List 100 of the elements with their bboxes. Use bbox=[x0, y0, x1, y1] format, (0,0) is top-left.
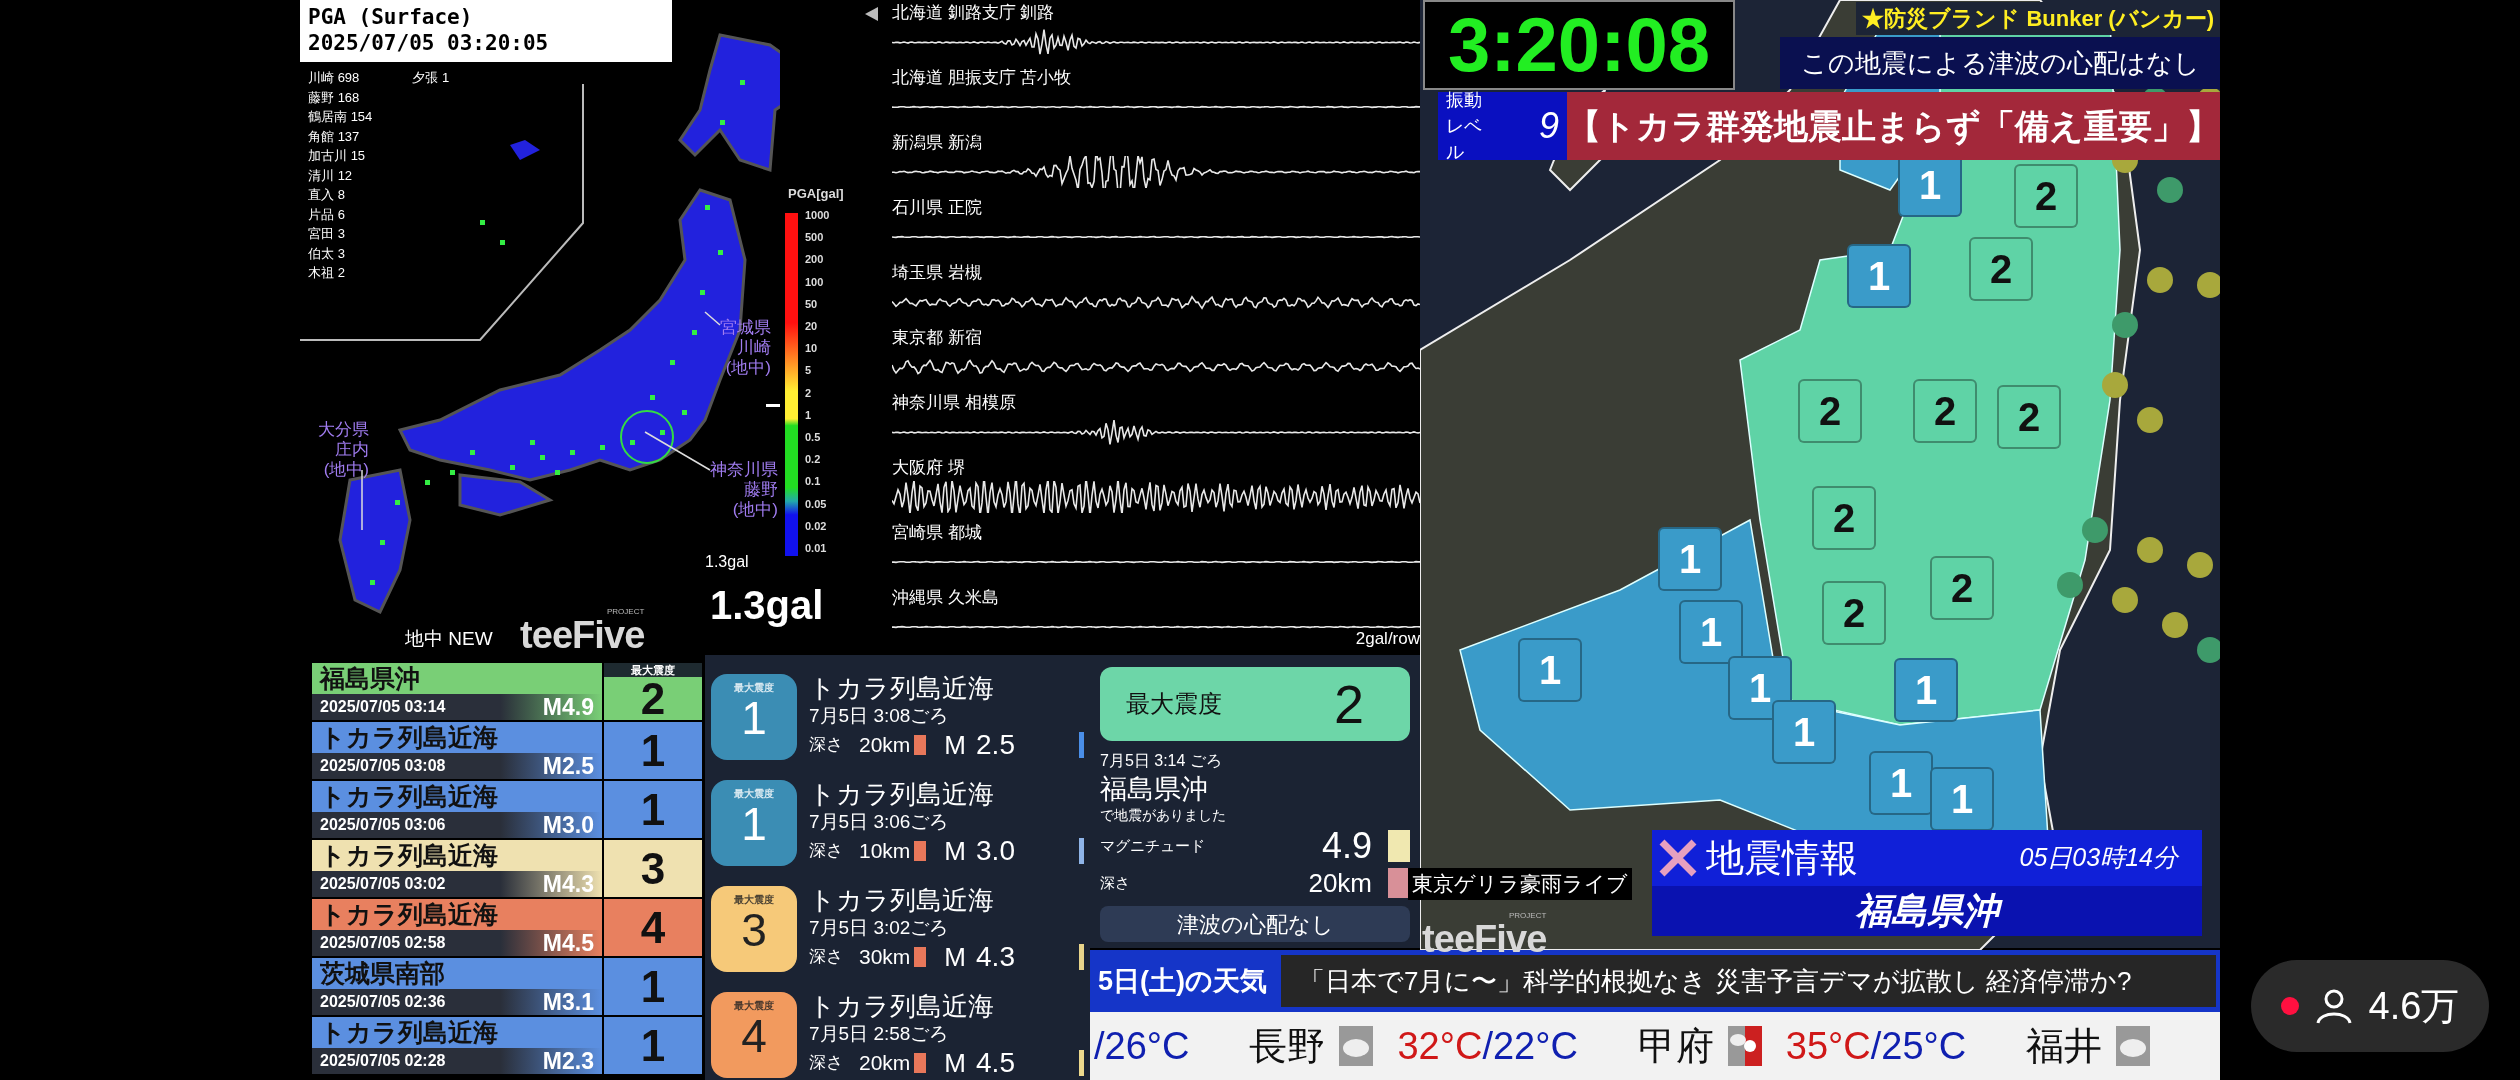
collapse-arrow-icon[interactable] bbox=[863, 6, 879, 22]
badge-label: 最大震度 bbox=[734, 787, 774, 801]
station-reading: 鶴居南 154 bbox=[308, 108, 373, 126]
quake-card[interactable]: 最大震度 1 トカラ列島近海 7月5日 3:08ごろ 深さ 20km M 2.5 bbox=[711, 665, 1084, 769]
magnitude-label: M bbox=[944, 940, 967, 974]
intensity-marker: 1 bbox=[1894, 658, 1958, 722]
depth-value: 20km bbox=[859, 732, 911, 759]
quake-region: 福島県沖 bbox=[318, 663, 421, 694]
quake-magnitude: M3.1 bbox=[542, 987, 594, 1017]
station-reading: 直入 8 bbox=[308, 186, 346, 204]
scale-tick: 0.2 bbox=[805, 454, 821, 466]
quake-card[interactable]: 最大震度 1 トカラ列島近海 7月5日 3:06ごろ 深さ 10km M 3.0 bbox=[711, 771, 1084, 875]
intensity-marker: 1 bbox=[1658, 527, 1722, 591]
tsunami-notice: この地震による津波の心配はなし bbox=[1780, 37, 2220, 89]
scale-tick: 500 bbox=[805, 232, 824, 244]
intensity-value: 4 bbox=[640, 905, 666, 950]
intensity-value: 1 bbox=[640, 787, 666, 832]
tsunami-status: 津波の心配なし bbox=[1100, 906, 1410, 942]
intensity-marker: 1 bbox=[1772, 700, 1836, 764]
badge-label: 最大震度 bbox=[734, 681, 774, 695]
scale-tick: 2 bbox=[805, 387, 812, 399]
scale-tick: 10 bbox=[805, 343, 818, 355]
quake-magnitude: M3.0 bbox=[542, 810, 594, 840]
station-reading: 角館 137 bbox=[308, 127, 361, 146]
alert-region: 福島県沖 bbox=[1652, 886, 2202, 936]
station-name: 北海道 釧路支庁 釧路 bbox=[892, 2, 1056, 24]
badge-value: 1 bbox=[741, 695, 767, 741]
quake-region: トカラ列島近海 bbox=[319, 1017, 499, 1048]
intensity-marker: 1 bbox=[1869, 751, 1933, 815]
scale-tick: 5 bbox=[805, 365, 812, 377]
peak-value: 1.3gal bbox=[710, 585, 824, 625]
station-label: 神奈川県 藤野 (地中) bbox=[710, 460, 778, 520]
station-reading: 加古川 15 bbox=[308, 147, 367, 165]
alert-time: 05日03時14分 bbox=[2019, 842, 2178, 874]
intensity-value: 3 bbox=[640, 846, 666, 891]
badge-value: 1 bbox=[741, 801, 767, 847]
scale-tick: 200 bbox=[805, 254, 824, 266]
magnitude-label: マグニチュード bbox=[1100, 835, 1205, 856]
viewer-count: 4.6万 bbox=[2368, 983, 2460, 1029]
station-name: 北海道 胆振支庁 苫小牧 bbox=[892, 67, 1073, 89]
scale-tick: 1000 bbox=[805, 210, 830, 221]
intensity-value: 2 bbox=[640, 676, 666, 721]
intensity-marker: 2 bbox=[1812, 486, 1876, 550]
weather-title: 5日(土)の天気 bbox=[1098, 964, 1267, 998]
depth-value: 30km bbox=[859, 944, 911, 971]
depth-label: 深さ bbox=[809, 946, 843, 969]
quake-magnitude: M4.9 bbox=[542, 692, 594, 722]
depth-swatch bbox=[1388, 868, 1410, 898]
max-intensity-header: 最大震度 bbox=[604, 662, 702, 677]
intensity-marker: 2 bbox=[1798, 379, 1862, 443]
intensity-marker: 1 bbox=[1518, 638, 1582, 702]
magnitude-value: 4.3 bbox=[976, 940, 1015, 974]
quake-region: トカラ列島近海 bbox=[319, 899, 499, 930]
depth-label: 深さ bbox=[809, 1052, 843, 1075]
depth-value: 10km bbox=[859, 838, 911, 865]
vibration-label: 振動 bbox=[1446, 89, 1483, 112]
legend-title: PGA[gal] bbox=[788, 185, 844, 203]
city-name: 甲府 bbox=[1637, 1023, 1714, 1069]
quake-card[interactable]: 最大震度 4 トカラ列島近海 7月5日 2:58ごろ 深さ 20km M 4.5 bbox=[711, 983, 1084, 1080]
station-name: 石川県 正院 bbox=[892, 197, 983, 219]
intensity-value: 1 bbox=[640, 1023, 666, 1068]
card-region: トカラ列島近海 bbox=[809, 990, 995, 1022]
quake-magnitude: M4.3 bbox=[542, 869, 594, 899]
quake-sentence: で地震がありました bbox=[1100, 806, 1227, 825]
intensity-marker: 2 bbox=[1997, 385, 2061, 449]
depth-swatch bbox=[914, 841, 927, 861]
station-reading: 宮田 3 bbox=[308, 225, 346, 243]
scale-tick: 0.02 bbox=[805, 520, 827, 532]
quake-datetime: 2025/07/05 03:14 bbox=[320, 697, 446, 717]
quake-region: 福島県沖 bbox=[1100, 773, 1209, 805]
intensity-marker: 1 bbox=[1930, 767, 1994, 831]
magnitude-label: M bbox=[944, 1046, 967, 1080]
station-name: 沖縄県 久米島 bbox=[892, 587, 1000, 609]
quake-magnitude: M2.3 bbox=[542, 1046, 594, 1076]
badge-label: 最大震度 bbox=[734, 999, 774, 1013]
quake-magnitude: M4.5 bbox=[542, 928, 594, 958]
cloud-icon bbox=[2116, 1026, 2151, 1066]
scale-tick: 0.01 bbox=[805, 543, 827, 554]
arrow-right-icon bbox=[766, 404, 780, 407]
quake-region: トカラ列島近海 bbox=[319, 722, 499, 753]
high-temp: 32°C bbox=[1397, 1023, 1483, 1069]
depth-swatch bbox=[914, 1053, 927, 1073]
intensity-marker: 1 bbox=[1728, 656, 1792, 720]
depth-label: 深さ bbox=[809, 840, 843, 863]
quake-region: トカラ列島近海 bbox=[319, 781, 499, 812]
depth-label: 深さ bbox=[809, 734, 843, 757]
badge-label: 最大震度 bbox=[734, 893, 774, 907]
magnitude-value: 2.5 bbox=[976, 728, 1015, 762]
quake-card[interactable]: 最大震度 3 トカラ列島近海 7月5日 3:02ごろ 深さ 30km M 4.3 bbox=[711, 877, 1084, 981]
person-icon bbox=[2314, 987, 2353, 1025]
logo-tag: PROJECT bbox=[606, 608, 645, 616]
station-name: 埼玉県 岩槻 bbox=[892, 262, 983, 284]
card-region: トカラ列島近海 bbox=[809, 672, 995, 704]
badge-value: 4 bbox=[741, 1013, 767, 1059]
magnitude-value: 4.5 bbox=[976, 1046, 1015, 1080]
quake-time: 7月5日 3:14 ごろ bbox=[1100, 751, 1223, 771]
current-value: 1.3gal bbox=[705, 552, 749, 572]
clock-display: 3:20:08 bbox=[1423, 0, 1735, 90]
alert-title: 地震情報 bbox=[1706, 835, 1858, 881]
station-reading: 木祖 2 bbox=[308, 264, 346, 282]
